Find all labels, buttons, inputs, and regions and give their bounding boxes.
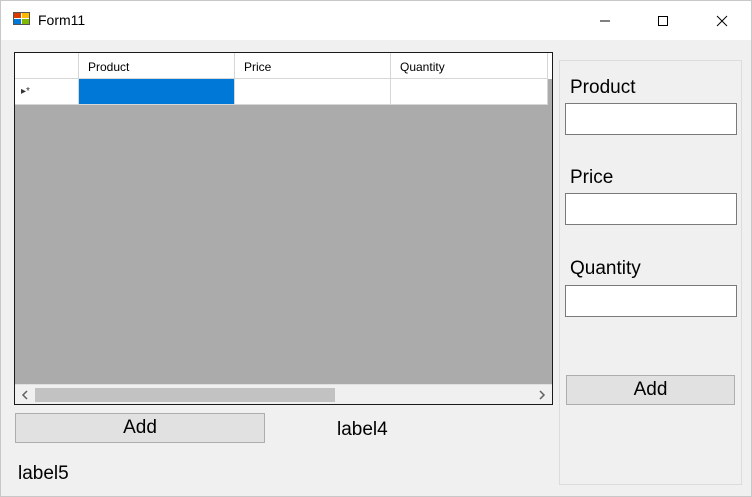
minimize-icon: [600, 20, 610, 21]
new-row-indicator[interactable]: ▸*: [15, 79, 79, 105]
column-header-quantity[interactable]: Quantity: [391, 53, 548, 79]
form-window: Form11 Product Price Quantity ▸* Add lab…: [0, 0, 752, 497]
cell-quantity[interactable]: [391, 79, 548, 105]
quantity-label: Quantity: [570, 258, 641, 279]
column-header-price[interactable]: Price: [235, 53, 391, 79]
maximize-button[interactable]: [634, 1, 692, 40]
grid-header: Product Price Quantity: [15, 53, 552, 79]
grid-corner-header[interactable]: [15, 53, 79, 79]
app-icon: [13, 11, 31, 27]
entry-panel: Product Price Quantity Add: [559, 60, 742, 485]
label5: label5: [18, 463, 69, 484]
horizontal-scrollbar[interactable]: [15, 384, 552, 404]
scroll-right-button[interactable]: [535, 388, 549, 402]
scroll-left-button[interactable]: [18, 388, 32, 402]
chevron-left-icon: [21, 390, 28, 400]
label4: label4: [337, 419, 388, 440]
add-button-panel[interactable]: Add: [566, 375, 735, 405]
cell-product[interactable]: [79, 79, 235, 105]
close-icon: [716, 15, 728, 26]
cell-price[interactable]: [235, 79, 391, 105]
title-bar[interactable]: Form11: [1, 1, 751, 40]
data-grid[interactable]: Product Price Quantity ▸*: [14, 52, 553, 405]
add-button-bottom[interactable]: Add: [15, 413, 265, 443]
price-label: Price: [570, 167, 614, 188]
price-input[interactable]: [565, 193, 737, 225]
column-header-product[interactable]: Product: [79, 53, 235, 79]
window-title: Form11: [38, 12, 86, 28]
minimize-button[interactable]: [576, 1, 634, 40]
grid-new-row[interactable]: ▸*: [15, 79, 552, 105]
quantity-input[interactable]: [565, 285, 737, 317]
scroll-thumb[interactable]: [35, 388, 335, 402]
product-input[interactable]: [565, 103, 737, 135]
chevron-right-icon: [539, 390, 546, 400]
maximize-icon: [658, 15, 668, 26]
close-button[interactable]: [693, 1, 751, 40]
product-label: Product: [570, 77, 636, 98]
